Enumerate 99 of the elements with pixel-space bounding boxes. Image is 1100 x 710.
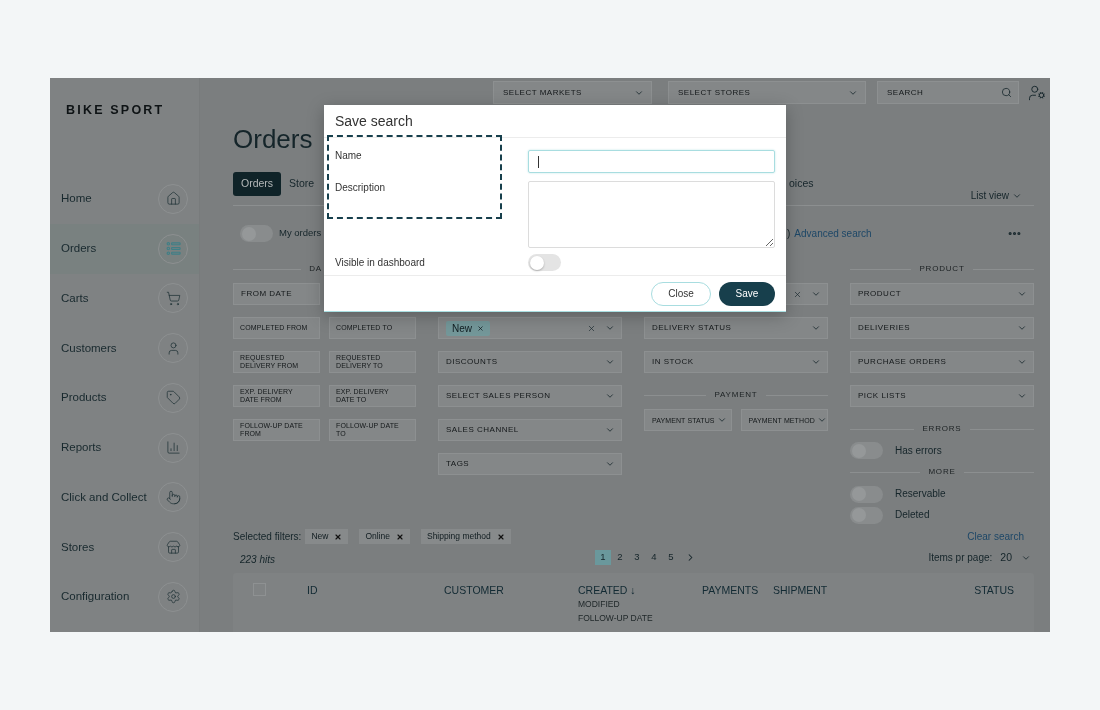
chevron-down-icon: [605, 357, 615, 367]
nav-item[interactable]: Reports: [50, 422, 199, 473]
nav-item[interactable]: Stores: [50, 522, 199, 572]
filter-chip[interactable]: Shipping method: [420, 529, 511, 544]
chevron-down-icon: [1017, 323, 1027, 333]
chevron-down-icon: [605, 391, 615, 401]
tab[interactable]: oices: [787, 172, 822, 196]
multi-select-field[interactable]: New: [438, 317, 622, 339]
search-icon: [1001, 87, 1012, 98]
chevron-down-icon: [605, 425, 615, 435]
filter-chip[interactable]: New: [305, 529, 349, 544]
toggle-label: Reservable: [895, 488, 946, 500]
filter-chip[interactable]: Online: [359, 529, 410, 544]
name-input[interactable]: [528, 150, 775, 173]
select-field[interactable]: IN STOCK: [644, 351, 828, 373]
clear-icon[interactable]: [793, 289, 802, 299]
date-field[interactable]: FROM DATE: [233, 283, 320, 305]
page-button[interactable]: 5: [663, 550, 679, 565]
select-field[interactable]: TAGS: [438, 453, 622, 475]
user-settings-icon[interactable]: [1028, 83, 1046, 102]
dialog-title: Save search: [335, 111, 413, 131]
field-label: Name: [335, 150, 362, 162]
x-icon[interactable]: [496, 532, 505, 541]
column-header[interactable]: SHIPMENT: [773, 584, 975, 597]
select-field[interactable]: DELIVERIES: [850, 317, 1034, 339]
filters-label: Selected filters:: [233, 530, 302, 544]
toggle-label: My orders: [279, 226, 322, 241]
tab[interactable]: Store: [281, 172, 323, 196]
save-button[interactable]: Save: [719, 281, 775, 306]
toggle-switch[interactable]: [240, 225, 273, 242]
field-label: Description: [335, 182, 386, 194]
stores-dropdown[interactable]: SELECT STORES: [668, 81, 866, 104]
nav-item[interactable]: Carts: [50, 273, 199, 324]
page-button[interactable]: 1: [595, 550, 611, 565]
nav-item[interactable]: Home: [50, 174, 199, 224]
view-dropdown[interactable]: List view: [970, 190, 1022, 202]
select-field[interactable]: PURCHASE ORDERS: [850, 351, 1034, 373]
nav-item[interactable]: Orders: [50, 223, 199, 274]
per-page-label: Items pr page:: [928, 551, 993, 565]
chevron-down-icon: [811, 357, 821, 367]
select-field[interactable]: PRODUCT: [850, 283, 1034, 305]
toggle-switch[interactable]: [850, 442, 883, 459]
x-icon[interactable]: [395, 532, 404, 541]
chevron-down-icon: [1017, 357, 1027, 367]
text-cursor-icon: [538, 155, 539, 168]
select-field[interactable]: DISCOUNTS: [438, 351, 622, 373]
chevron-down-icon: [1012, 191, 1022, 201]
page-title: Orders: [233, 124, 313, 154]
nav-item[interactable]: Customers: [50, 323, 199, 373]
toggle-label: Has errors: [895, 444, 942, 457]
select-field[interactable]: PICK LISTS: [850, 385, 1034, 407]
chevron-down-icon: [1017, 391, 1027, 401]
filter-tag[interactable]: New: [446, 320, 490, 336]
chevron-down-icon: [811, 323, 821, 333]
chevron-down-icon: [605, 459, 615, 469]
section-heading: ERRORS: [922, 424, 962, 434]
chevron-down-icon: [811, 289, 821, 299]
nav-item[interactable]: Click and Collect: [50, 472, 199, 523]
nav-item[interactable]: Configuration: [50, 572, 199, 622]
clear-icon[interactable]: [587, 323, 596, 333]
section-heading: DA: [309, 264, 322, 274]
select-field[interactable]: SALES CHANNEL: [438, 419, 622, 441]
parenthesis-text: ): [787, 227, 791, 241]
brand-logo: BIKE SPORT: [66, 103, 165, 117]
column-header[interactable]: STATUS: [974, 584, 1014, 597]
column-header[interactable]: PAYMENTS: [702, 584, 773, 597]
column-sublabel[interactable]: MODIFIED: [578, 597, 702, 611]
chevron-down-icon: [1017, 289, 1027, 299]
select-field[interactable]: [786, 283, 828, 305]
chevron-down-icon: [605, 323, 615, 333]
page-button[interactable]: 4: [646, 550, 662, 565]
x-icon[interactable]: [477, 324, 484, 332]
description-input[interactable]: [528, 181, 775, 248]
chevron-down-icon: [816, 415, 827, 425]
toggle-switch[interactable]: [850, 485, 883, 503]
nav-item[interactable]: Products: [50, 373, 199, 423]
tab[interactable]: Orders: [233, 172, 282, 196]
section-heading: PAYMENT: [714, 390, 758, 400]
markets-dropdown[interactable]: SELECT MARKETS: [493, 81, 652, 104]
section-heading: MORE: [928, 467, 956, 477]
column-header[interactable]: ID: [307, 584, 444, 597]
chevron-down-icon: [716, 415, 727, 425]
per-page-dropdown[interactable]: 20: [1000, 549, 1031, 566]
toggle-switch[interactable]: [528, 254, 561, 271]
page-button[interactable]: 2: [612, 550, 628, 565]
search-field[interactable]: SEARCH: [877, 81, 1019, 104]
select-field[interactable]: SELECT SALES PERSON: [438, 385, 622, 407]
column-sublabel[interactable]: FOLLOW-UP DATE: [578, 611, 702, 625]
select-field[interactable]: DELIVERY STATUS: [644, 317, 828, 339]
toggle-switch[interactable]: [850, 506, 883, 524]
toggle-label: Deleted: [895, 509, 930, 521]
section-heading: PRODUCT: [919, 264, 965, 274]
hits-count: 223 hits: [240, 553, 276, 565]
x-icon[interactable]: [334, 532, 343, 541]
page-button[interactable]: 3: [629, 550, 645, 565]
column-header[interactable]: CREATED ↓: [578, 584, 702, 597]
column-header[interactable]: CUSTOMER: [444, 584, 578, 597]
field-label: Visible in dashboard: [335, 256, 426, 269]
close-button[interactable]: Close: [651, 281, 711, 306]
